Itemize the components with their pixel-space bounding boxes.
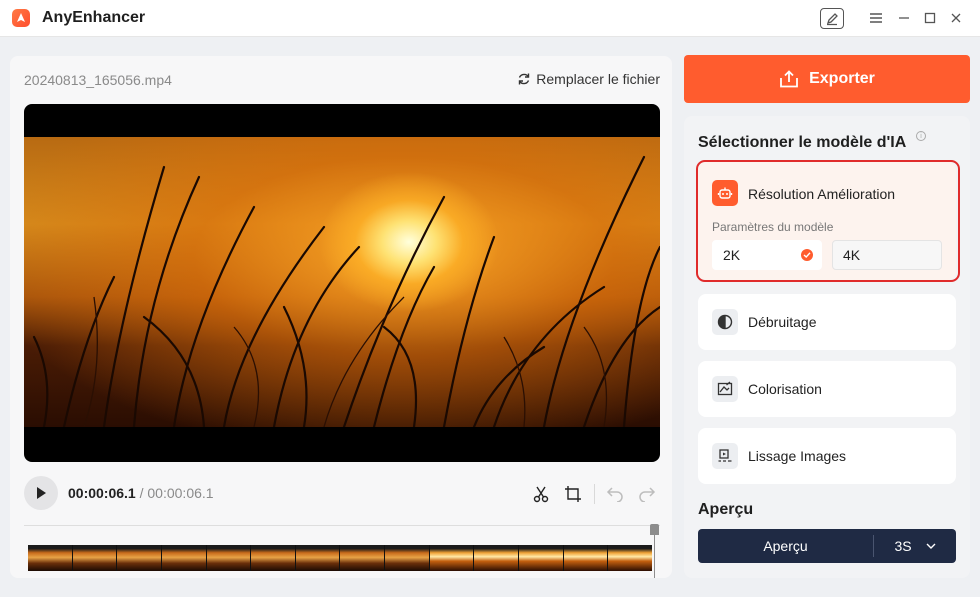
filmstrip-thumb <box>72 545 117 571</box>
title-bar: AnyEnhancer <box>0 0 980 37</box>
video-frame <box>24 137 660 427</box>
file-name: 20240813_165056.mp4 <box>24 72 172 88</box>
colorize-label: Colorisation <box>748 381 822 397</box>
app-title: AnyEnhancer <box>42 9 146 26</box>
filmstrip-thumb <box>117 545 161 571</box>
filmstrip-thumb <box>385 545 429 571</box>
model-card-colorize[interactable]: Colorisation <box>698 361 956 417</box>
replace-file-button[interactable]: Remplacer le fichier <box>517 71 660 87</box>
maximize-icon[interactable] <box>922 7 938 29</box>
close-icon[interactable] <box>948 7 964 29</box>
filmstrip-thumb <box>161 545 206 571</box>
model-section-title: Sélectionner le modèle d'IA <box>698 134 907 151</box>
menu-icon[interactable] <box>866 7 886 29</box>
preview-duration-value: 3S <box>894 538 912 554</box>
export-icon <box>780 70 798 88</box>
cut-icon[interactable] <box>531 484 551 504</box>
playhead-line <box>654 535 655 578</box>
playback-time: 00:00:06.1 / 00:00:06.1 <box>68 485 214 501</box>
filmstrip-thumb <box>474 545 519 571</box>
denoise-label: Débruitage <box>748 314 817 330</box>
app-logo-icon <box>12 9 30 27</box>
video-preview[interactable] <box>24 104 660 462</box>
filmstrip-thumb <box>206 545 251 571</box>
filmstrip-thumb <box>608 545 652 571</box>
info-icon[interactable]: i <box>916 131 926 141</box>
smooth-label: Lissage Images <box>748 448 847 464</box>
model-card-smooth[interactable]: Lissage Images <box>698 428 956 484</box>
filmstrip-thumb <box>563 545 608 571</box>
filmstrip-thumb <box>519 545 563 571</box>
filmstrip-thumb <box>28 545 72 571</box>
minimize-icon[interactable] <box>896 7 912 29</box>
denoise-icon <box>712 309 738 335</box>
play-button[interactable] <box>24 476 58 510</box>
filmstrip-thumb <box>295 545 340 571</box>
replace-file-label: Remplacer le fichier <box>536 71 660 87</box>
crop-icon[interactable] <box>563 484 583 504</box>
redo-icon[interactable] <box>637 484 657 504</box>
control-divider <box>594 484 595 504</box>
model-panel: Sélectionner le modèle d'IA i Résolution… <box>684 116 970 578</box>
model-card-denoise[interactable]: Débruitage <box>698 294 956 350</box>
timeline-track <box>24 525 660 526</box>
colorize-icon <box>712 376 738 402</box>
feedback-edit-icon[interactable] <box>820 8 844 29</box>
preview-title: Aperçu <box>698 501 754 518</box>
playhead-handle[interactable] <box>650 524 659 535</box>
export-button[interactable]: Exporter <box>684 55 970 103</box>
filmstrip-thumb <box>340 545 385 571</box>
play-icon <box>37 487 46 499</box>
editor-panel: 20240813_165056.mp4 Remplacer le fichier <box>10 56 672 578</box>
filmstrip-thumb <box>251 545 295 571</box>
filmstrip-thumb <box>429 545 474 571</box>
export-label: Exporter <box>809 70 875 87</box>
preview-button[interactable]: Aperçu <box>698 529 873 563</box>
time-separator: / <box>135 485 148 501</box>
filmstrip[interactable] <box>28 545 652 571</box>
chevron-down-icon <box>926 543 936 549</box>
undo-icon[interactable] <box>605 484 625 504</box>
refresh-icon <box>519 73 530 85</box>
preview-bar: Aperçu 3S <box>698 529 956 563</box>
total-time: 00:00:06.1 <box>147 485 214 501</box>
selected-model-outline <box>696 160 960 282</box>
preview-duration-select[interactable]: 3S <box>874 529 956 563</box>
current-time: 00:00:06.1 <box>68 485 136 501</box>
frame-interpolation-icon <box>712 443 738 469</box>
